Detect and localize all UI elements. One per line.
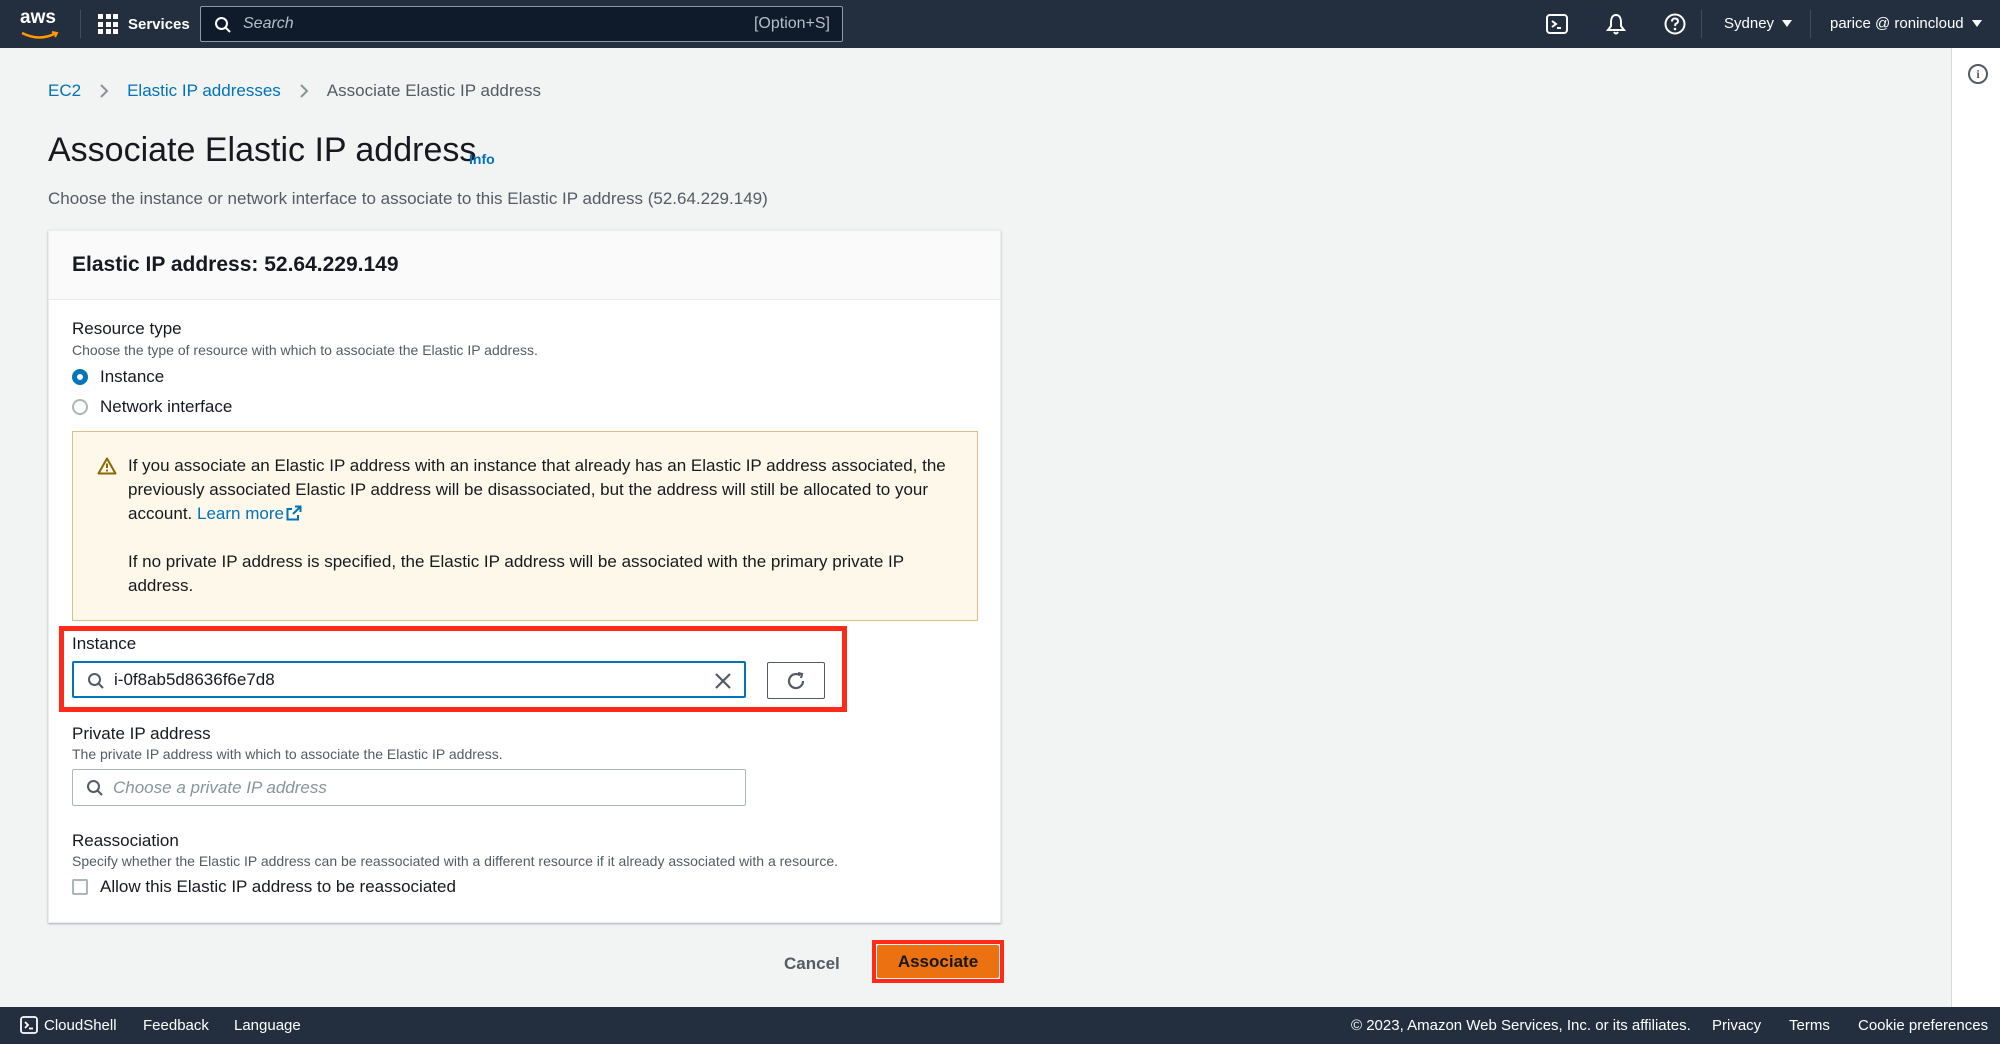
cloudshell-icon xyxy=(20,1016,38,1034)
learn-more-label: Learn more xyxy=(197,504,284,523)
search-placeholder: Search xyxy=(243,15,294,32)
associate-button[interactable]: Associate xyxy=(877,945,999,978)
breadcrumb-item-elastic-ips[interactable]: Elastic IP addresses xyxy=(127,81,281,101)
reassociation-description: Specify whether the Elastic IP address c… xyxy=(72,853,838,869)
reassociation-label: Reassociation xyxy=(72,831,179,850)
account-label: parice @ ronincloud xyxy=(1830,15,1964,32)
reassociation-checkbox[interactable] xyxy=(72,879,88,895)
footer-feedback[interactable]: Feedback xyxy=(143,1017,209,1034)
region-selector[interactable]: Sydney xyxy=(1724,15,1793,32)
aws-logo-text: aws xyxy=(20,7,56,28)
footer: CloudShell Feedback Language © 2023, Ama… xyxy=(0,1007,2000,1044)
resource-type-description: Choose the type of resource with which t… xyxy=(72,342,538,358)
services-grid-icon xyxy=(98,14,118,34)
caret-down-icon xyxy=(1971,20,1982,27)
radio-network-interface-label: Network interface xyxy=(100,397,233,416)
private-ip-input[interactable]: Choose a private IP address xyxy=(72,769,746,806)
warning-icon xyxy=(97,457,117,475)
footer-cloudshell[interactable]: CloudShell xyxy=(44,1017,117,1034)
account-menu[interactable]: parice @ ronincloud xyxy=(1830,15,1982,32)
info-link[interactable]: Info xyxy=(469,151,495,167)
breadcrumb-item-current: Associate Elastic IP address xyxy=(326,81,541,100)
caret-down-icon xyxy=(1782,20,1793,27)
cancel-button[interactable]: Cancel xyxy=(784,954,840,974)
services-menu[interactable]: Services xyxy=(98,12,190,36)
search-icon xyxy=(87,780,103,796)
footer-copyright: © 2023, Amazon Web Services, Inc. or its… xyxy=(1351,1017,1691,1034)
help-icon[interactable] xyxy=(1663,12,1687,36)
alert-paragraph-2: If no private IP address is specified, t… xyxy=(128,552,904,595)
page-description: Choose the instance or network interface… xyxy=(48,189,768,208)
radio-network-interface[interactable]: Network interface xyxy=(72,397,232,417)
help-panel-rail: i xyxy=(1951,48,2000,1007)
breadcrumb: EC2 Elastic IP addresses Associate Elast… xyxy=(48,81,541,101)
cloudshell-icon[interactable] xyxy=(1545,12,1569,36)
global-search-input[interactable]: Search [Option+S] xyxy=(200,6,843,42)
search-icon xyxy=(215,17,231,33)
radio-instance-label: Instance xyxy=(100,367,165,386)
region-label: Sydney xyxy=(1724,15,1775,32)
services-label: Services xyxy=(128,15,190,33)
private-ip-label: Private IP address xyxy=(72,724,211,743)
alert-content: If you associate an Elastic IP address w… xyxy=(128,454,948,622)
footer-terms[interactable]: Terms xyxy=(1789,1017,1830,1034)
breadcrumb-item-ec2[interactable]: EC2 xyxy=(48,81,81,101)
radio-button[interactable] xyxy=(72,399,88,415)
aws-logo[interactable]: aws xyxy=(20,8,62,40)
nav-divider xyxy=(1701,10,1702,38)
notifications-bell-icon[interactable] xyxy=(1604,12,1628,36)
private-ip-description: The private IP address with which to ass… xyxy=(72,746,503,762)
resource-type-label: Resource type xyxy=(72,319,182,338)
radio-button-checked[interactable] xyxy=(72,369,88,385)
top-navigation: aws Services Search [Option+S] Sydney pa… xyxy=(0,0,2000,48)
radio-instance[interactable]: Instance xyxy=(72,367,164,387)
search-shortcut: [Option+S] xyxy=(753,15,830,32)
associate-form-container: Elastic IP address: 52.64.229.149 Resour… xyxy=(48,230,1001,923)
nav-divider xyxy=(1810,10,1811,38)
warning-alert: If you associate an Elastic IP address w… xyxy=(72,431,978,621)
container-header: Elastic IP address: 52.64.229.149 xyxy=(49,231,1000,300)
footer-cookie-preferences[interactable]: Cookie preferences xyxy=(1858,1017,1988,1034)
external-link-icon xyxy=(286,505,302,521)
info-panel-icon[interactable]: i xyxy=(1968,64,1988,84)
aws-smile-icon xyxy=(21,31,59,39)
page-title: Associate Elastic IP address xyxy=(48,131,477,169)
learn-more-link[interactable]: Learn more xyxy=(197,504,302,523)
container-title: Elastic IP address: 52.64.229.149 xyxy=(72,253,399,276)
chevron-right-icon xyxy=(100,84,109,98)
chevron-right-icon xyxy=(300,84,309,98)
footer-privacy[interactable]: Privacy xyxy=(1712,1017,1761,1034)
reassociation-checkbox-label[interactable]: Allow this Elastic IP address to be reas… xyxy=(100,877,456,897)
nav-divider xyxy=(80,10,81,38)
footer-language[interactable]: Language xyxy=(234,1017,301,1034)
private-ip-placeholder: Choose a private IP address xyxy=(113,777,327,797)
instance-highlight-box xyxy=(59,626,847,712)
